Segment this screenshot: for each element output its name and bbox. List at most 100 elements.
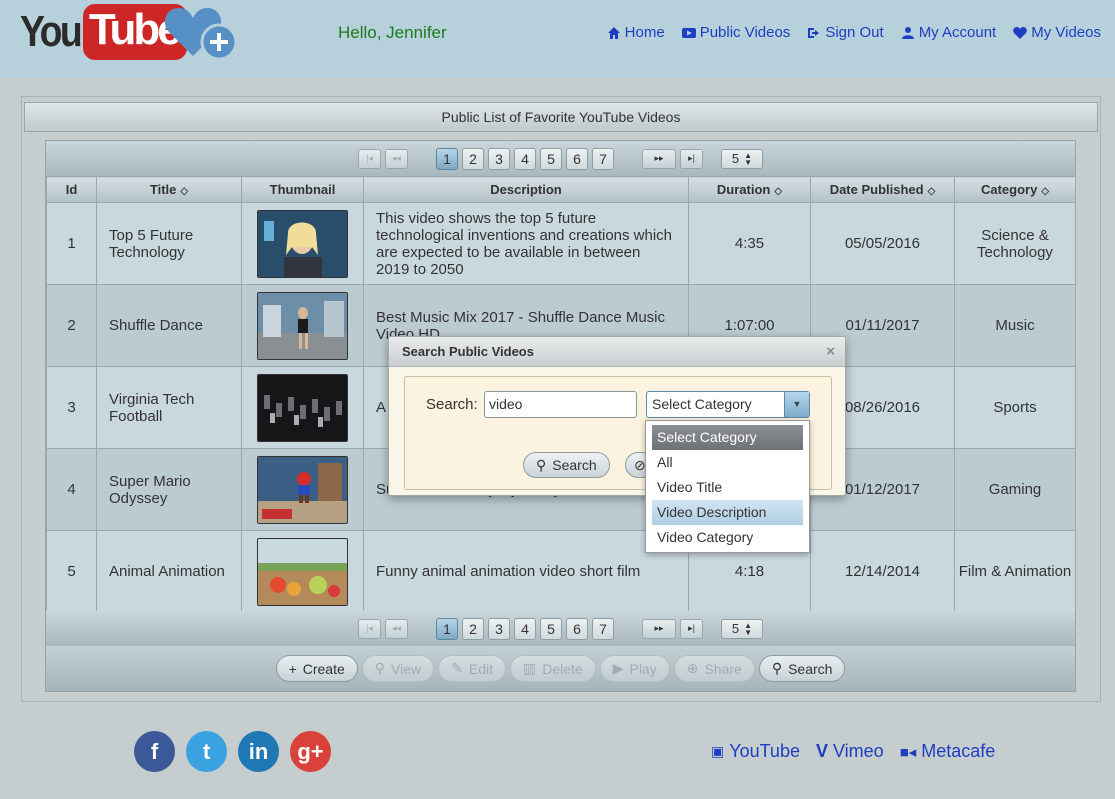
page-6-button[interactable]: 6 — [566, 617, 588, 640]
last-page-button[interactable]: ▸| — [680, 618, 703, 639]
pager-bottom: |◂ ◂◂ 1 2 3 4 5 6 7 ▸▸ ▸| 5 ▲ ▼ — [46, 611, 1075, 646]
dropdown-option[interactable]: All — [652, 450, 803, 475]
delete-button[interactable]: ▥ Delete — [510, 655, 596, 682]
rows-per-page-select[interactable]: 5 ▲ ▼ — [721, 148, 763, 169]
page-7-button[interactable]: 7 — [592, 147, 614, 170]
next-page-button[interactable]: ▸▸ — [642, 148, 676, 169]
page-1-button[interactable]: 1 — [436, 147, 458, 170]
sort-icon: ◇ — [927, 186, 936, 197]
google-plus-icon[interactable]: g+ — [290, 731, 331, 772]
next-page-button[interactable]: ▸▸ — [642, 618, 676, 639]
home-icon — [607, 26, 620, 39]
nav-public-videos[interactable]: Public Videos — [681, 24, 791, 41]
cell-thumbnail — [241, 202, 364, 285]
cell-thumbnail — [241, 530, 364, 613]
search-button-label: Search — [788, 660, 833, 677]
dialog-title-bar[interactable]: Search Public Videos × — [389, 337, 845, 367]
col-header-id[interactable]: Id — [46, 176, 97, 203]
prev-page-button[interactable]: ◂◂ — [385, 148, 408, 169]
create-button-label: Create — [302, 660, 345, 677]
dialog-search-button-label: Search — [552, 457, 597, 473]
nav-public-videos-label: Public Videos — [699, 24, 791, 41]
share-button[interactable]: ⊕ Share — [673, 655, 755, 682]
table-header-row: Id Title ◇ Thumbnail Description Duration… — [46, 176, 1076, 203]
sort-icon: ◇ — [180, 186, 189, 197]
chevron-down-icon[interactable]: ▼ — [784, 392, 809, 417]
camera-icon: ■◂ — [899, 743, 917, 761]
cell-id: 2 — [46, 284, 97, 367]
footer-link-vimeo[interactable]: V Vimeo — [816, 741, 884, 762]
cell-description: This video shows the top 5 future techno… — [363, 202, 689, 285]
first-page-button[interactable]: |◂ — [358, 148, 381, 169]
video-thumbnail-image[interactable] — [257, 537, 348, 606]
footer-link-metacafe-label: Metacafe — [921, 741, 996, 761]
view-button[interactable]: ⚲ View — [361, 655, 435, 682]
cell-thumbnail — [241, 448, 364, 531]
page-2-button[interactable]: 2 — [462, 147, 484, 170]
col-header-date-published[interactable]: Date Published ◇ — [810, 176, 955, 203]
page-3-button[interactable]: 3 — [488, 617, 510, 640]
first-page-button[interactable]: |◂ — [358, 618, 381, 639]
create-button[interactable]: + Create — [275, 655, 358, 682]
nav-my-videos[interactable]: My Videos — [1013, 24, 1101, 41]
linkedin-icon[interactable]: in — [238, 731, 279, 772]
video-thumbnail-image[interactable] — [257, 209, 348, 278]
favorite-heart-plus-icon — [164, 8, 238, 61]
category-select[interactable]: Select Category ▼ — [646, 391, 810, 418]
nav-my-account-label: My Account — [918, 24, 997, 41]
footer-link-youtube[interactable]: ▣ YouTube — [711, 741, 800, 762]
youtube-logo[interactable]: You Tube — [20, 4, 187, 60]
edit-button[interactable]: ✎ Edit — [438, 655, 506, 682]
magnifier-icon: ⚲ — [536, 456, 547, 473]
dialog-search-button[interactable]: ⚲ Search — [523, 452, 610, 478]
cell-description: Funny animal animation video short film — [363, 530, 689, 613]
dropdown-option[interactable]: Select Category — [652, 425, 803, 450]
page-3-button[interactable]: 3 — [488, 147, 510, 170]
pencil-icon: ✎ — [451, 660, 463, 676]
table-row[interactable]: 5 Animal Animation Funny animal animatio… — [46, 530, 1076, 613]
page-5-button[interactable]: 5 — [540, 147, 562, 170]
nav-my-account[interactable]: My Account — [901, 24, 997, 41]
col-header-title-label: Title — [149, 182, 177, 197]
footer-link-metacafe[interactable]: ■◂ Metacafe — [900, 741, 996, 762]
dropdown-option[interactable]: Video Category — [652, 525, 803, 550]
user-icon — [901, 26, 914, 39]
header: You Tube Hello, Jennifer Home Public Vid… — [0, 0, 1115, 78]
video-thumbnail-image[interactable] — [257, 291, 348, 360]
dropdown-option-highlighted[interactable]: Video Description — [652, 500, 803, 525]
col-header-title[interactable]: Title ◇ — [96, 176, 242, 203]
page-4-button[interactable]: 4 — [514, 617, 536, 640]
last-page-button[interactable]: ▸| — [680, 148, 703, 169]
page-1-button[interactable]: 1 — [436, 617, 458, 640]
video-thumbnail-image[interactable] — [257, 455, 348, 524]
page-4-button[interactable]: 4 — [514, 147, 536, 170]
page-6-button[interactable]: 6 — [566, 147, 588, 170]
logo-you-text: You — [20, 7, 83, 56]
rows-per-page-value: 5 — [731, 151, 740, 166]
search-button[interactable]: ⚲ Search — [758, 655, 846, 682]
play-button[interactable]: ▶ Play — [599, 655, 670, 682]
rows-per-page-select[interactable]: 5 ▲ ▼ — [721, 618, 763, 639]
col-header-duration[interactable]: Duration ◇ — [688, 176, 811, 203]
prev-page-button[interactable]: ◂◂ — [385, 618, 408, 639]
twitter-icon[interactable]: t — [186, 731, 227, 772]
plus-icon: + — [288, 660, 297, 677]
page-2-button[interactable]: 2 — [462, 617, 484, 640]
delete-button-label: Delete — [542, 660, 583, 677]
page-7-button[interactable]: 7 — [592, 617, 614, 640]
col-header-thumbnail[interactable]: Thumbnail — [241, 176, 364, 203]
close-icon[interactable]: × — [826, 337, 835, 367]
nav-home[interactable]: Home — [607, 24, 665, 41]
video-thumbnail-image[interactable] — [257, 373, 348, 442]
cell-duration: 4:35 — [688, 202, 811, 285]
dropdown-option[interactable]: Video Title — [652, 475, 803, 500]
col-header-category[interactable]: Category ◇ — [954, 176, 1076, 203]
cell-category: Film & Animation — [954, 530, 1076, 613]
table-row[interactable]: 1 Top 5 Future Technology This video sho… — [46, 202, 1076, 285]
nav-sign-out[interactable]: Sign Out — [807, 24, 884, 41]
col-header-description[interactable]: Description — [363, 176, 689, 203]
page-5-button[interactable]: 5 — [540, 617, 562, 640]
col-header-duration-label: Duration — [716, 182, 771, 197]
facebook-icon[interactable]: f — [134, 731, 175, 772]
search-input[interactable]: video — [484, 391, 637, 418]
